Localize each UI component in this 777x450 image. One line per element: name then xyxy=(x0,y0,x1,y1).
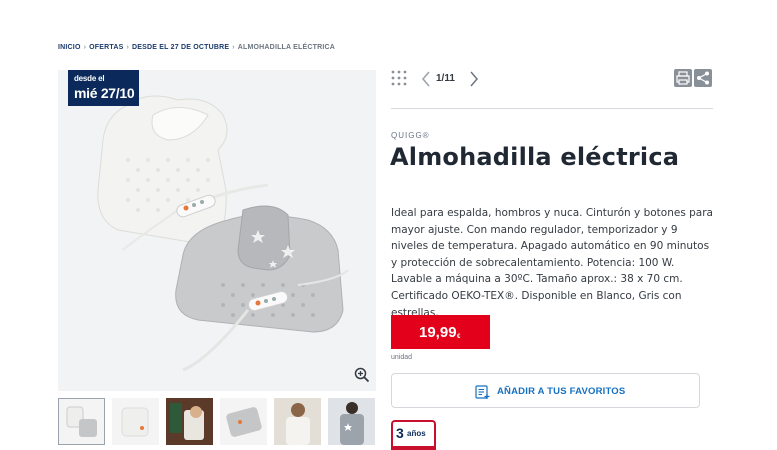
thumbnail-3[interactable] xyxy=(166,398,213,445)
thumbnail-1[interactable] xyxy=(58,398,105,445)
breadcrumb: INICIO › OFERTAS › DESDE EL 27 DE OCTUBRE › AL… xyxy=(58,44,335,51)
zoom-in-icon[interactable] xyxy=(354,367,370,383)
breadcrumb-separator: › xyxy=(126,44,129,51)
heating-pad-illustration xyxy=(97,95,349,372)
warranty-stripe xyxy=(393,446,434,450)
price-box: 19,99 € xyxy=(391,315,490,349)
thumbnail-6[interactable] xyxy=(328,398,375,445)
gallery-toolbar: 1/11 xyxy=(391,68,713,90)
breadcrumb-separator: › xyxy=(232,44,235,51)
price-amount: 19,99 xyxy=(419,324,457,341)
date-badge: desde el mié 27/10 xyxy=(68,70,139,106)
share-icon[interactable] xyxy=(694,69,712,87)
product-title: Almohadilla eléctrica xyxy=(390,143,680,171)
breadcrumb-current: ALMOHADILLA ELÉCTRICA xyxy=(237,44,336,51)
grid-icon[interactable] xyxy=(391,70,407,86)
warranty-badge: 3 años xyxy=(391,420,436,450)
breadcrumb-ofertas[interactable]: OFERTAS xyxy=(89,44,123,51)
add-to-favorites-button[interactable]: AÑADIR A TUS FAVORITOS xyxy=(391,373,700,408)
warranty-number: 3 xyxy=(396,425,404,441)
product-description: Ideal para espalda, hombros y nuca. Cint… xyxy=(391,207,713,319)
print-icon[interactable] xyxy=(674,69,692,87)
product-brand: QUIGG® xyxy=(391,131,430,140)
thumbnail-2[interactable] xyxy=(112,398,159,445)
breadcrumb-inicio[interactable]: INICIO xyxy=(58,44,81,51)
product-main-image[interactable] xyxy=(58,70,376,391)
warranty-text: años xyxy=(407,429,426,438)
date-badge-line2: mié 27/10 xyxy=(74,85,135,101)
divider xyxy=(391,108,713,109)
breadcrumb-desde[interactable]: DESDE EL 27 DE OCTUBRE xyxy=(132,44,229,51)
add-to-favorites-label: AÑADIR A TUS FAVORITOS xyxy=(497,386,626,397)
thumbnail-4[interactable] xyxy=(220,398,267,445)
price-unit: unidad xyxy=(391,354,413,361)
chevron-right-icon[interactable] xyxy=(469,71,479,91)
breadcrumb-separator: › xyxy=(83,44,87,51)
gallery-pager: 1/11 xyxy=(436,73,455,84)
date-badge-line1: desde el xyxy=(74,74,105,83)
thumbnail-5[interactable] xyxy=(274,398,321,445)
add-to-list-icon xyxy=(475,384,491,399)
chevron-left-icon[interactable] xyxy=(421,71,431,91)
price-currency: € xyxy=(457,334,461,340)
